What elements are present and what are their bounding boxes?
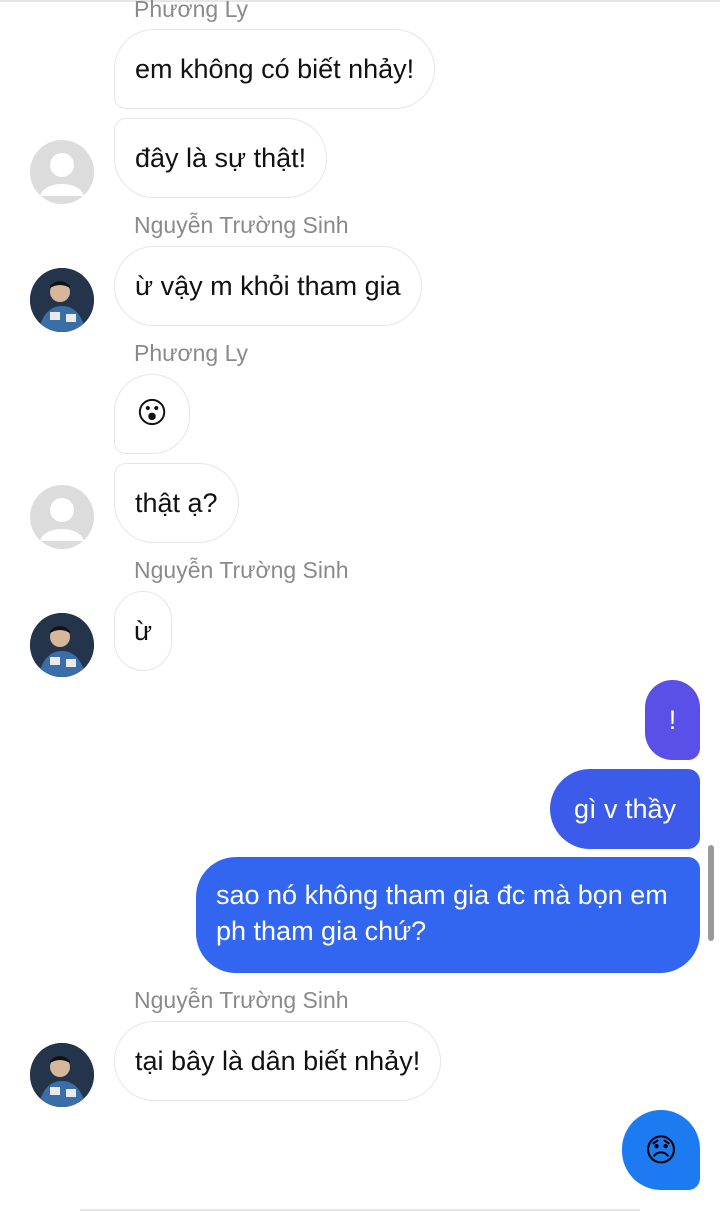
profile-photo-image xyxy=(30,1043,94,1107)
sender-name: Nguyễn Trường Sinh xyxy=(134,212,349,238)
person-icon xyxy=(40,498,84,541)
my-emoji-message[interactable]: 😞 xyxy=(622,1110,700,1190)
sender-name: Nguyễn Trường Sinh xyxy=(134,557,349,583)
default-avatar-icon[interactable] xyxy=(30,140,94,204)
profile-photo[interactable] xyxy=(30,613,94,677)
sender-name: Phương Ly xyxy=(134,0,249,22)
message-bubble[interactable]: thật ạ? xyxy=(114,463,239,543)
sender-name: Phương Ly xyxy=(134,340,249,366)
message-bubble[interactable]: 😮 xyxy=(114,374,190,454)
message-bubble[interactable]: em không có biết nhảy! xyxy=(114,29,436,109)
default-avatar-icon[interactable] xyxy=(30,485,94,549)
my-message-bubble[interactable]: ! xyxy=(645,680,700,760)
my-message-bubble[interactable]: sao nó không tham gia đc mà bọn em ph th… xyxy=(196,857,700,973)
profile-photo[interactable] xyxy=(30,1043,94,1107)
top-divider xyxy=(0,0,720,2)
my-message-bubble[interactable]: gì v thầy xyxy=(550,769,700,849)
message-bubble[interactable]: đây là sự thật! xyxy=(114,118,328,198)
message-bubble[interactable]: tại bây là dân biết nhảy! xyxy=(114,1021,442,1101)
profile-photo-image xyxy=(30,613,94,677)
scrollbar-thumb[interactable] xyxy=(708,845,714,941)
message-bubble[interactable]: ừ vậy m khỏi tham gia xyxy=(114,246,422,326)
profile-photo-image xyxy=(30,268,94,332)
profile-photo[interactable] xyxy=(30,268,94,332)
sender-name: Nguyễn Trường Sinh xyxy=(134,987,349,1013)
message-bubble[interactable]: ừ xyxy=(114,591,172,671)
person-icon xyxy=(40,153,84,196)
